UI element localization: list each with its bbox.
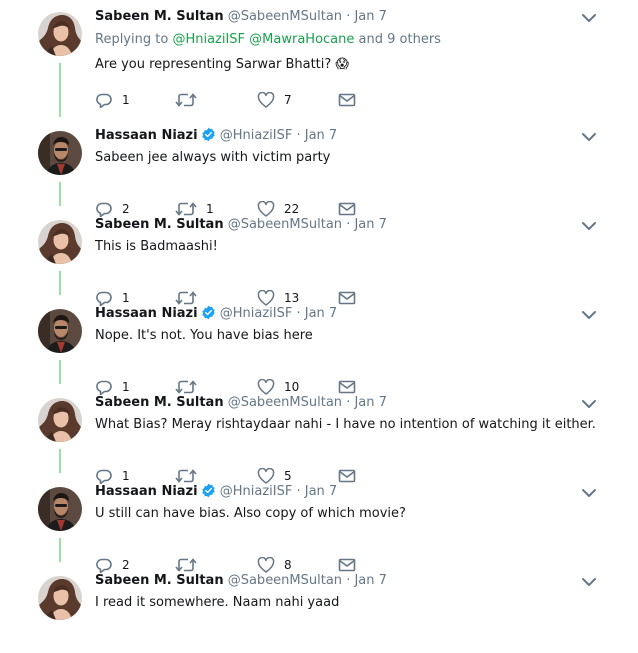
tweet[interactable]: Sabeen M. Sultan @SabeenMSultan · Jan 7 T… — [0, 208, 638, 306]
avatar[interactable] — [38, 220, 82, 264]
tweet-header: Hassaan Niazi @HniaziISF · Jan 7 — [95, 305, 337, 326]
verified-badge-icon — [201, 305, 216, 326]
author-handle[interactable]: @HniaziISF — [220, 306, 293, 321]
timestamp[interactable]: Jan 7 — [305, 306, 337, 321]
mention-link[interactable]: @HniaziISF — [172, 32, 245, 47]
author-name[interactable]: Sabeen M. Sultan — [95, 217, 224, 232]
tweet-header: Hassaan Niazi @HniaziISF · Jan 7 — [95, 483, 337, 504]
direct-message-button[interactable] — [338, 90, 356, 110]
author-handle[interactable]: @SabeenMSultan — [228, 9, 342, 24]
tweet-header: Sabeen M. Sultan @SabeenMSultan · Jan 7 — [95, 8, 387, 26]
timestamp[interactable]: Jan 7 — [354, 9, 386, 24]
timestamp[interactable]: Jan 7 — [305, 128, 337, 143]
separator: · — [346, 9, 351, 24]
reply-count: 1 — [122, 93, 130, 107]
tweet-actions: 17 — [95, 90, 375, 110]
verified-badge-icon — [201, 483, 216, 504]
heart-icon — [257, 92, 275, 108]
tweet[interactable]: Sabeen M. Sultan @SabeenMSultan · Jan 7 I… — [0, 564, 638, 653]
like-button[interactable]: 7 — [257, 90, 292, 110]
separator: · — [346, 217, 351, 232]
tweet-header: Sabeen M. Sultan @SabeenMSultan · Jan 7 — [95, 216, 387, 234]
thread-connector — [59, 538, 61, 562]
tweet-header: Sabeen M. Sultan @SabeenMSultan · Jan 7 — [95, 394, 387, 412]
tweet[interactable]: Hassaan Niazi @HniaziISF · Jan 7 Sabeen j… — [0, 119, 638, 217]
timestamp[interactable]: Jan 7 — [354, 573, 386, 588]
tweet-text: Are you representing Sarwar Bhatti? 😱 — [95, 57, 349, 72]
chevron-down-icon[interactable] — [580, 485, 598, 499]
separator: · — [296, 306, 301, 321]
tweet[interactable]: Sabeen M. Sultan @SabeenMSultan · Jan 7 W… — [0, 386, 638, 484]
chevron-down-icon[interactable] — [580, 396, 598, 410]
tweet-text: This is Badmaashi! — [95, 239, 218, 254]
author-handle[interactable]: @HniaziISF — [220, 128, 293, 143]
author-name[interactable]: Hassaan Niazi — [95, 306, 198, 321]
separator: · — [296, 128, 301, 143]
like-count: 7 — [284, 93, 292, 107]
avatar[interactable] — [38, 398, 82, 442]
avatar[interactable] — [38, 131, 82, 175]
reply-icon — [95, 92, 113, 108]
verified-badge-icon — [201, 127, 216, 148]
author-handle[interactable]: @SabeenMSultan — [228, 217, 342, 232]
separator: · — [346, 573, 351, 588]
author-name[interactable]: Hassaan Niazi — [95, 484, 198, 499]
separator: · — [346, 395, 351, 410]
timestamp[interactable]: Jan 7 — [305, 484, 337, 499]
retweet-icon — [175, 92, 197, 108]
author-name[interactable]: Hassaan Niazi — [95, 128, 198, 143]
avatar[interactable] — [38, 12, 82, 56]
tweet[interactable]: Hassaan Niazi @HniaziISF · Jan 7 Nope. It… — [0, 297, 638, 395]
avatar[interactable] — [38, 309, 82, 353]
author-name[interactable]: Sabeen M. Sultan — [95, 573, 224, 588]
tweet-text: I read it somewhere. Naam nahi yaad — [95, 595, 340, 610]
chevron-down-icon[interactable] — [580, 574, 598, 588]
thread-connector — [59, 449, 61, 473]
thread-connector — [59, 271, 61, 295]
author-handle[interactable]: @SabeenMSultan — [228, 573, 342, 588]
retweet-button[interactable] — [175, 90, 206, 110]
tweet-text: Sabeen jee always with victim party — [95, 150, 331, 165]
avatar[interactable] — [38, 487, 82, 531]
avatar[interactable] — [38, 576, 82, 620]
author-name[interactable]: Sabeen M. Sultan — [95, 395, 224, 410]
replying-others[interactable]: and 9 others — [359, 32, 441, 47]
timestamp[interactable]: Jan 7 — [354, 395, 386, 410]
chevron-down-icon[interactable] — [580, 307, 598, 321]
envelope-icon — [338, 92, 356, 108]
timestamp[interactable]: Jan 7 — [354, 217, 386, 232]
author-handle[interactable]: @HniaziISF — [220, 484, 293, 499]
tweet-text: Nope. It's not. You have bias here — [95, 328, 313, 343]
author-name[interactable]: Sabeen M. Sultan — [95, 9, 224, 24]
thread-connector — [59, 360, 61, 384]
thread-connector — [59, 63, 61, 117]
tweet-text: U still can have bias. Also copy of whic… — [95, 506, 406, 521]
thread-connector — [59, 182, 61, 206]
tweet-header: Hassaan Niazi @HniaziISF · Jan 7 — [95, 127, 337, 148]
separator: · — [296, 484, 301, 499]
tweet[interactable]: Sabeen M. Sultan @SabeenMSultan · Jan 7 R… — [0, 0, 638, 117]
tweet-header: Sabeen M. Sultan @SabeenMSultan · Jan 7 — [95, 572, 387, 590]
replying-to: Replying to @HniaziISF @MawraHocane and … — [95, 32, 441, 47]
author-handle[interactable]: @SabeenMSultan — [228, 395, 342, 410]
chevron-down-icon[interactable] — [580, 218, 598, 232]
mention-link[interactable]: @MawraHocane — [249, 32, 354, 47]
reply-button[interactable]: 1 — [95, 90, 130, 110]
replying-prefix: Replying to — [95, 32, 169, 47]
tweet[interactable]: Hassaan Niazi @HniaziISF · Jan 7 U still … — [0, 475, 638, 573]
chevron-down-icon[interactable] — [580, 129, 598, 143]
chevron-down-icon[interactable] — [580, 10, 598, 24]
tweet-text: What Bias? Meray rishtaydaar nahi - I ha… — [95, 417, 596, 432]
